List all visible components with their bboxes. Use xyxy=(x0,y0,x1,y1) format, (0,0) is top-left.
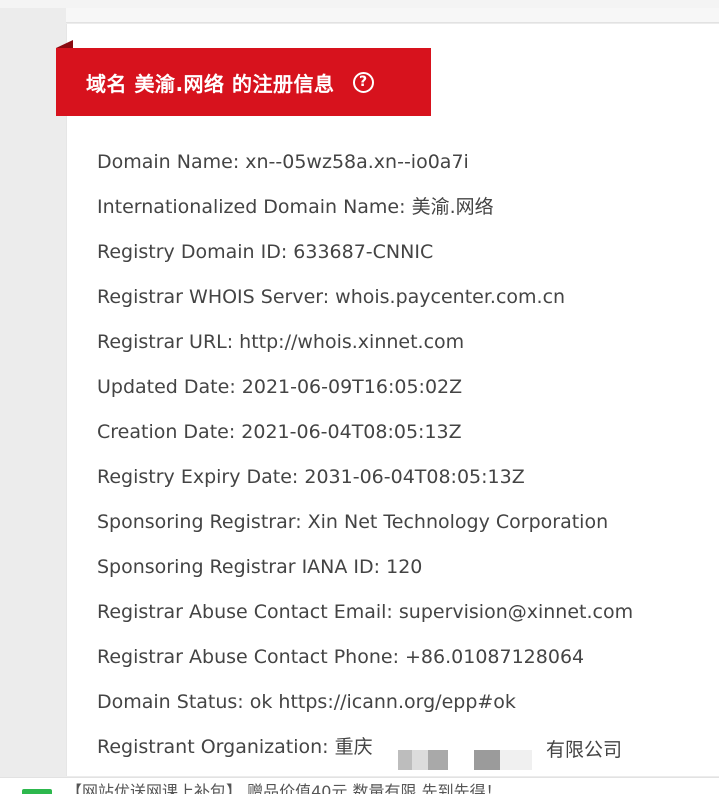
whois-line-registry-domain-id: Registry Domain ID: 633687-CNNIC xyxy=(97,241,434,263)
help-icon[interactable]: ? xyxy=(352,71,374,93)
whois-line-whois-server: Registrar WHOIS Server: whois.paycenter.… xyxy=(97,286,566,308)
whois-line-updated-date: Updated Date: 2021-06-09T16:05:02Z xyxy=(97,376,463,398)
whois-line-expiry-date: Registry Expiry Date: 2031-06-04T08:05:1… xyxy=(97,466,525,488)
whois-line-iana-id: Sponsoring Registrar IANA ID: 120 xyxy=(97,556,423,578)
whois-title: 域名 美渝.网络 的注册信息 xyxy=(86,71,335,96)
promo-badge-icon xyxy=(22,789,52,794)
whois-line-sponsoring-registrar: Sponsoring Registrar: Xin Net Technology… xyxy=(97,511,609,533)
top-strip xyxy=(0,0,719,8)
whois-line-domain-name: Domain Name: xn--05wz58a.xn--io0a7i xyxy=(97,151,469,173)
redaction-block xyxy=(500,750,532,770)
bottom-promo-bar[interactable]: 【网站优送网课上补包】 赠品价值40元 数量有限 先到先得！ xyxy=(0,777,719,794)
redaction-block xyxy=(474,750,500,770)
top-rule xyxy=(66,8,719,23)
whois-line-idn: Internationalized Domain Name: 美渝.网络 xyxy=(97,196,494,218)
registrant-org-suffix: 有限公司 xyxy=(546,739,623,761)
whois-line-abuse-email: Registrar Abuse Contact Email: supervisi… xyxy=(97,601,634,623)
banner-fold xyxy=(56,40,73,48)
whois-header-banner: 域名 美渝.网络 的注册信息 ? xyxy=(56,48,431,116)
whois-record-list: Domain Name: xn--05wz58a.xn--io0a7i Inte… xyxy=(97,146,633,776)
whois-line-abuse-phone: Registrar Abuse Contact Phone: +86.01087… xyxy=(97,646,585,668)
whois-line-registrar-url: Registrar URL: http://whois.xinnet.com xyxy=(97,331,465,353)
whois-line-creation-date: Creation Date: 2021-06-04T08:05:13Z xyxy=(97,421,462,443)
whois-line-domain-status: Domain Status: ok https://icann.org/epp#… xyxy=(97,691,516,713)
redaction-block xyxy=(398,750,448,770)
